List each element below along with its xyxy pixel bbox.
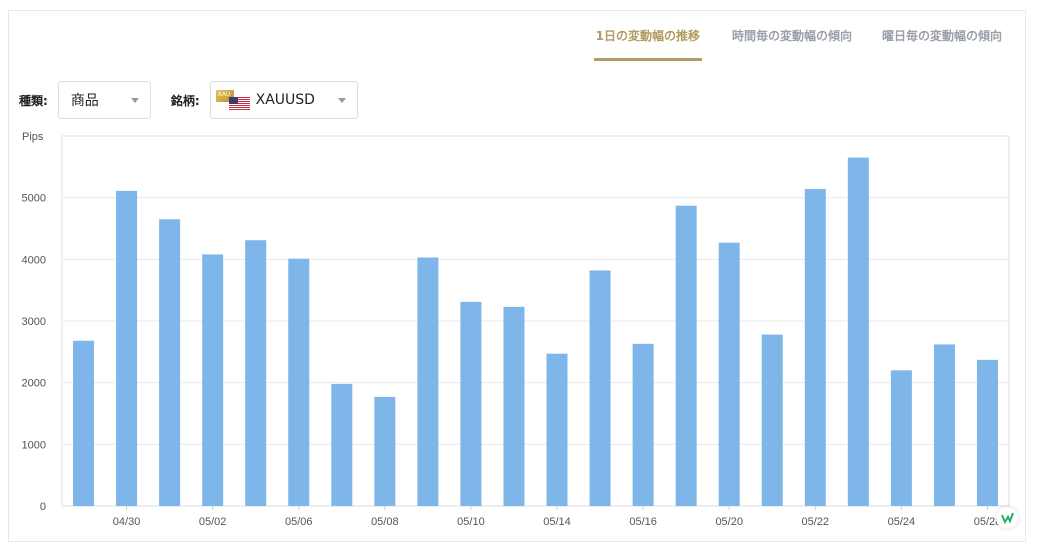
bar-chart: 0 1000 2000 3000 4000 5000 Pips 04/30 05/02 05/06… (22, 131, 1010, 528)
bar-05/15[interactable] (589, 270, 611, 506)
bar-05/23[interactable] (847, 157, 869, 507)
bar-05/20[interactable] (718, 242, 740, 506)
x-tick-label: 05/08 (371, 516, 399, 528)
bar-05/09[interactable] (417, 257, 439, 506)
bar-05/22[interactable] (804, 189, 826, 507)
x-tick-label: 05/16 (629, 516, 657, 528)
y-tick-label: 1000 (22, 439, 46, 451)
x-tick-label: 05/06 (285, 516, 313, 528)
x-tick-label: 05/02 (199, 516, 227, 528)
x-tick-label: 05/20 (715, 516, 743, 528)
x-tick-label: 04/30 (113, 516, 141, 528)
bar-05/27[interactable] (933, 344, 955, 506)
bar-05/05[interactable] (245, 240, 267, 506)
x-tick-label: 05/14 (543, 516, 571, 528)
bar-05/07[interactable] (331, 383, 353, 506)
bar-05/02[interactable] (202, 254, 224, 506)
y-tick-label: 3000 (22, 316, 46, 328)
bar-05/14[interactable] (546, 353, 568, 506)
bar-05/24[interactable] (890, 370, 912, 506)
y-tick-label: 2000 (22, 378, 46, 390)
bar-05/10[interactable] (460, 301, 482, 506)
x-tick-label: 05/10 (457, 516, 485, 528)
bar-05/08[interactable] (374, 396, 396, 506)
y-tick-label: 0 (40, 501, 46, 513)
bar-05/13[interactable] (503, 306, 525, 506)
y-tick-label: 5000 (22, 193, 46, 205)
bar-05/06[interactable] (288, 258, 310, 506)
watermark-logo-icon (996, 507, 1018, 529)
bar-04/30[interactable] (116, 190, 138, 506)
bar-04/29[interactable] (73, 340, 95, 506)
bar-05/01[interactable] (159, 219, 181, 506)
x-tick-label: 05/24 (888, 516, 916, 528)
y-tick-label: 4000 (22, 254, 46, 266)
y-axis-label: Pips (22, 131, 44, 143)
x-tick-label: 05/22 (802, 516, 830, 528)
bar-05/28[interactable] (976, 359, 998, 506)
bar-05/17[interactable] (675, 205, 697, 506)
bar-05/21[interactable] (761, 334, 783, 506)
bar-05/16[interactable] (632, 343, 654, 506)
